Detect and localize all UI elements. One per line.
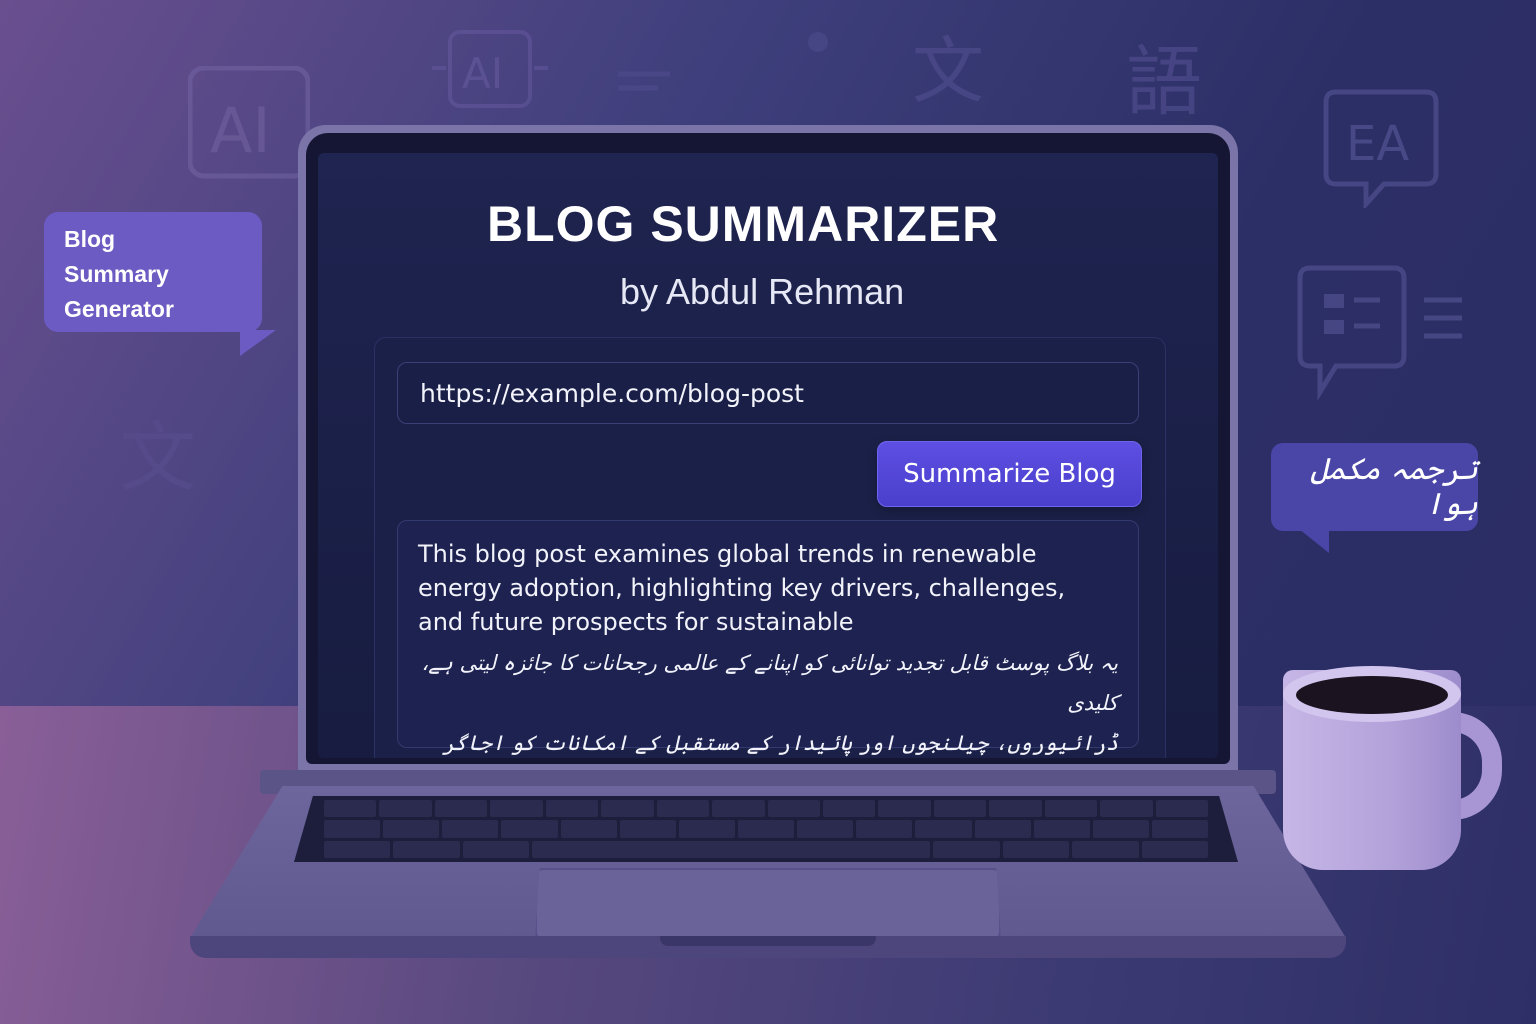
url-input[interactable]	[397, 362, 1139, 424]
ai-chip-icon: AI	[432, 28, 548, 114]
translation-complete-text: ترجمہ مکمل ہوا	[1310, 452, 1478, 522]
ea-label: EA	[1346, 116, 1409, 172]
keyboard	[294, 796, 1238, 862]
laptop-screen: BLOG SUMMARIZER by Abdul Rehman Summariz…	[318, 153, 1218, 758]
wen-label: 文	[912, 29, 984, 110]
chat-translate-icon: EA	[1322, 88, 1440, 208]
summary-urdu-line1: یہ بلاگ پوسٹ قابل تجدید توانائی کو اپنان…	[421, 651, 1118, 715]
summary-output: This blog post examines global trends in…	[397, 520, 1139, 755]
translate-icon: 文	[116, 408, 206, 498]
app-title: BLOG SUMMARIZER	[487, 196, 1000, 252]
app-subtitle: by Abdul Rehman	[620, 271, 905, 312]
ai-chat-icon: AI	[188, 66, 310, 186]
text-lines-icon	[612, 28, 842, 98]
bubble-line: Generator	[64, 296, 174, 322]
wen2-label: 文	[120, 413, 196, 498]
ai-label: AI	[210, 94, 271, 167]
coffee-surface	[1296, 676, 1448, 714]
language-char-icon: 語	[1120, 32, 1220, 122]
bubble-tail	[1299, 529, 1329, 553]
ai-small-label: AI	[462, 49, 503, 98]
laptop-notch	[660, 936, 876, 946]
summary-urdu-line2: ڈرائیوروں، چیلنجوں اور پائیدار کے مستقبل…	[442, 731, 1118, 755]
yu-label: 語	[1126, 37, 1202, 122]
chinese-char-icon: 文	[904, 24, 994, 110]
summarize-button[interactable]: Summarize Blog	[877, 441, 1142, 507]
bubble-tail	[240, 330, 276, 356]
bubble-line: Blog	[64, 226, 116, 252]
trackpad	[535, 868, 1001, 940]
bubble-line: Summary	[64, 261, 169, 287]
blog-summary-bubble: Blog Summary Generator	[44, 212, 276, 356]
summary-english: This blog post examines global trends in…	[418, 540, 1066, 636]
translation-complete-bubble: ترجمہ مکمل ہوا	[1271, 443, 1478, 553]
document-chat-icon	[1296, 264, 1476, 400]
